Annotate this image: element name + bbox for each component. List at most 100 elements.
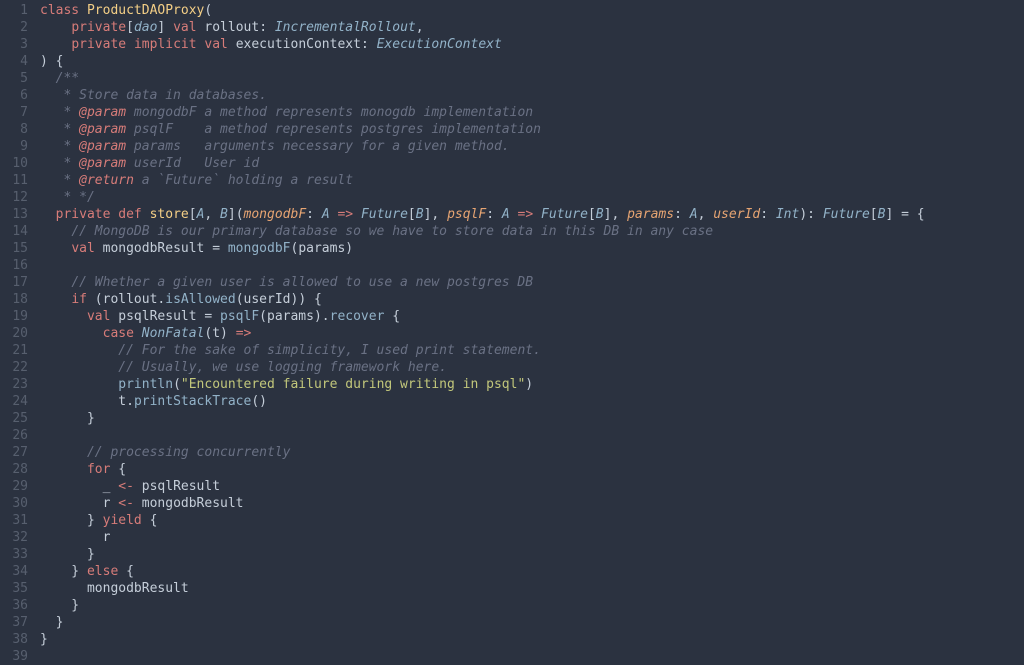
line-number: 6 [0,87,28,104]
code-editor: 1234567891011121314151617181920212223242… [0,0,1024,650]
token [40,241,71,256]
line-number: 38 [0,631,28,648]
line-number: 28 [0,461,28,478]
token [40,462,87,477]
line-number: 14 [0,223,28,240]
token: if [71,292,94,307]
line-number: 37 [0,614,28,631]
token: psqlResult [142,479,220,494]
token [40,360,118,375]
token: executionContext [236,37,361,52]
token: <- [118,479,141,494]
code-line: mongodbResult [40,580,1024,597]
token: printStackTrace [134,394,251,409]
token: mongodbResult [40,581,189,596]
token: private [71,20,126,35]
token: implicit [134,37,204,52]
token: { [126,564,134,579]
code-line: _ <- psqlResult [40,478,1024,495]
token: } [40,632,48,647]
token [40,207,56,222]
code-line: // processing concurrently [40,444,1024,461]
line-number: 13 [0,206,28,223]
token: : [361,37,377,52]
code-line: } [40,614,1024,631]
token: userId [244,292,291,307]
token: * [40,105,79,120]
token: @param [79,122,126,137]
token [40,37,71,52]
token: params [298,241,345,256]
line-number: 25 [0,410,28,427]
token [40,309,87,324]
line-number: 23 [0,376,28,393]
code-line: * @param mongodbF a method represents mo… [40,104,1024,121]
line-number: 20 [0,325,28,342]
token: // MongoDB is our primary database so we… [71,224,713,239]
token: Int [776,207,799,222]
token: { [392,309,400,324]
code-line: } else { [40,563,1024,580]
token: ( [204,3,212,18]
token: // Usually, we use logging framework her… [118,360,447,375]
token: mongodbF [244,207,307,222]
line-number: 30 [0,495,28,512]
token [40,20,71,35]
token: isAllowed [165,292,235,307]
code-line: } [40,410,1024,427]
token: ( [259,309,267,324]
token: ], [604,207,627,222]
token [40,445,87,460]
token: // processing concurrently [87,445,291,460]
token: def [118,207,149,222]
token: ). [314,309,330,324]
token: psqlF [447,207,486,222]
token: store [150,207,189,222]
token: [ [408,207,416,222]
token: params [627,207,674,222]
line-number: 8 [0,121,28,138]
line-number: 2 [0,19,28,36]
token: ) [345,241,353,256]
token: = [204,309,220,324]
code-line: * @param params arguments necessary for … [40,138,1024,155]
token [40,326,103,341]
token: @param [79,156,126,171]
token: ]( [228,207,244,222]
line-number: 29 [0,478,28,495]
token: case [103,326,142,341]
code-area: class ProductDAOProxy( private[dao] val … [40,0,1024,650]
token: * [40,173,79,188]
code-line [40,648,1024,665]
token: Future [361,207,408,222]
line-number: 18 [0,291,28,308]
line-number: 3 [0,36,28,53]
token: = [212,241,228,256]
line-number: 19 [0,308,28,325]
line-number: 33 [0,546,28,563]
token: /** [56,71,79,86]
token: class [40,3,87,18]
token: else [87,564,126,579]
code-line: * @return a `Future` holding a result [40,172,1024,189]
token: ) { [40,54,63,69]
token [40,343,118,358]
code-line: case NonFatal(t) => [40,325,1024,342]
token: [ [870,207,878,222]
code-line: } [40,546,1024,563]
token: [ [189,207,197,222]
token: params arguments necessary for a given m… [126,139,510,154]
code-line: if (rollout.isAllowed(userId)) { [40,291,1024,308]
code-line: class ProductDAOProxy( [40,2,1024,19]
token: rollout [103,292,158,307]
line-number: 1 [0,2,28,19]
token: psqlResult [118,309,204,324]
code-line: r <- mongodbResult [40,495,1024,512]
code-line: * */ [40,189,1024,206]
code-line: t.printStackTrace() [40,393,1024,410]
line-number: 10 [0,155,28,172]
line-number: 27 [0,444,28,461]
token: for [87,462,118,477]
token: A [690,207,698,222]
token: ExecutionContext [377,37,502,52]
